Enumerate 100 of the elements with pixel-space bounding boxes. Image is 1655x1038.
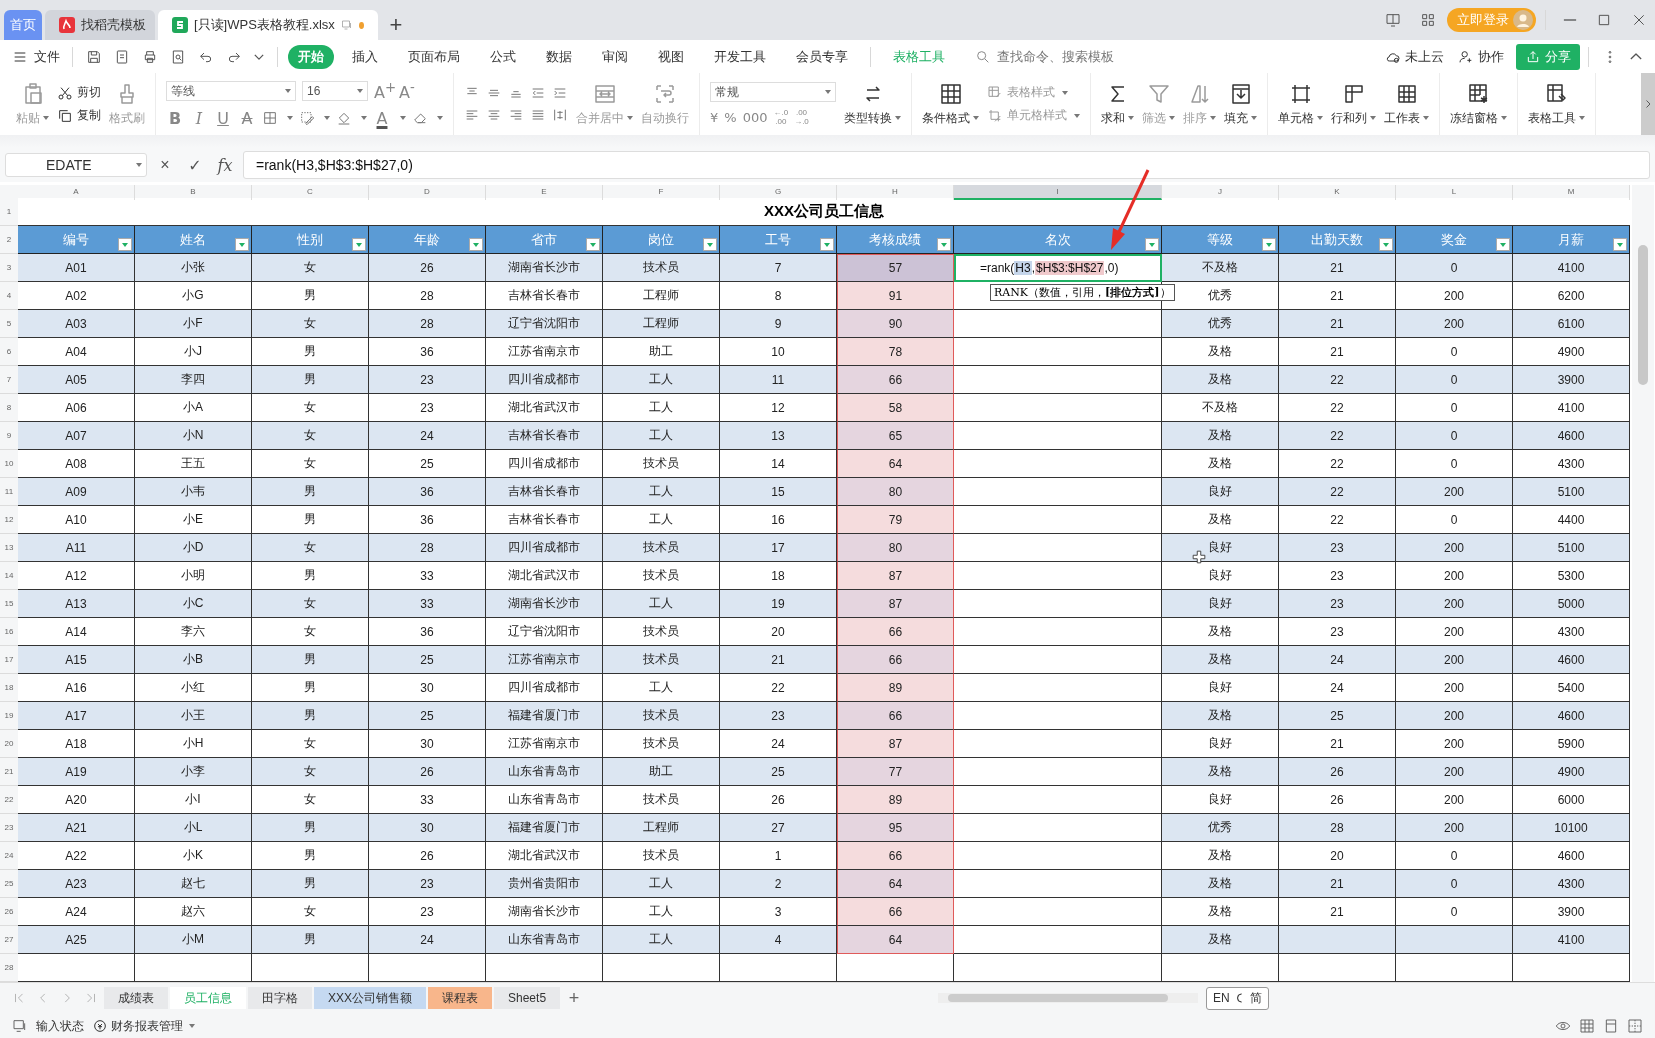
document-tab[interactable]: 找稻壳模板: [45, 10, 155, 40]
filter-dropdown-button[interactable]: [703, 238, 717, 251]
ribbon-tab[interactable]: 页面布局: [396, 44, 472, 69]
column-title: 出勤天数: [1311, 230, 1363, 249]
search-field[interactable]: 查找命令、搜索模板: [975, 48, 1139, 65]
table-cell: A11: [18, 534, 135, 562]
ribbon-tab[interactable]: 视图: [646, 44, 696, 69]
column-letter[interactable]: K: [1279, 185, 1396, 200]
filter-dropdown-button[interactable]: [937, 238, 951, 251]
name-box[interactable]: EDATE: [5, 153, 147, 177]
table-cell: 66: [837, 898, 954, 926]
sheet-tab[interactable]: 成绩表: [104, 987, 168, 1009]
ribbon-button[interactable]: 类型转换: [844, 81, 901, 127]
ribbon-tab[interactable]: 插入: [340, 44, 390, 69]
ribbon-tab[interactable]: 公式: [478, 44, 528, 69]
table-cell: 25: [369, 702, 486, 730]
table-cell: 4: [720, 926, 837, 954]
ribbon-button[interactable]: 剪切: [57, 84, 101, 101]
filter-dropdown-button[interactable]: [235, 238, 249, 251]
document-tab[interactable]: [只读]WPS表格教程.xlsx: [158, 10, 378, 40]
sheet-tab[interactable]: Sheet5: [494, 987, 561, 1009]
ribbon-tab[interactable]: 会员专享: [784, 44, 860, 69]
column-letter[interactable]: L: [1396, 185, 1513, 200]
ribbon-button[interactable]: 复制: [57, 107, 101, 124]
ribbon-button[interactable]: 冻结窗格: [1450, 81, 1507, 127]
ribbon-button[interactable]: 单元格: [1278, 81, 1323, 127]
ribbon-button[interactable]: 行和列: [1331, 81, 1376, 127]
formula-input[interactable]: =rank(H3,$H$3:$H$27,0): [243, 151, 1650, 179]
filter-dropdown-button[interactable]: [820, 238, 834, 251]
number-format-button[interactable]: ¥: [710, 109, 719, 125]
formula-button[interactable]: ✓: [183, 155, 207, 175]
ribbon-tab[interactable]: 审阅: [590, 44, 640, 69]
ribbon-button[interactable]: 表格工具: [1528, 81, 1585, 127]
column-letter[interactable]: G: [720, 185, 837, 200]
formula-button[interactable]: fx: [213, 155, 237, 175]
filter-dropdown-button[interactable]: [586, 238, 600, 251]
table-cell: 女: [252, 758, 369, 786]
column-title: 年龄: [414, 230, 440, 249]
ribbon-button[interactable]: 条件格式: [922, 81, 979, 127]
page-break-view-icon: [1627, 1018, 1643, 1034]
new-tab-button[interactable]: +: [381, 10, 411, 40]
filter-dropdown-button[interactable]: [1145, 238, 1159, 251]
horizontal-scrollbar[interactable]: [938, 993, 1199, 1003]
column-letter[interactable]: J: [1162, 185, 1279, 200]
filter-dropdown-button[interactable]: [352, 238, 366, 251]
ribbon-button[interactable]: 求和: [1101, 81, 1134, 127]
table-cell: 2: [720, 870, 837, 898]
vertical-scrollbar[interactable]: [1632, 185, 1654, 982]
export-icon: [114, 48, 130, 65]
cloud-button[interactable]: 未上云: [1385, 47, 1444, 66]
filter-dropdown-button[interactable]: [1613, 238, 1627, 251]
decimal-button[interactable]: ←.0 .00: [773, 108, 789, 126]
report-button[interactable]: 财务报表管理: [92, 1017, 195, 1035]
filter-dropdown-button[interactable]: [1379, 238, 1393, 251]
column-letter[interactable]: D: [369, 185, 486, 200]
decimal-button[interactable]: .00 →.0: [794, 108, 809, 126]
font-color-button[interactable]: A: [373, 108, 391, 128]
table-cell: 30: [369, 814, 486, 842]
ribbon-button[interactable]: 工作表: [1384, 81, 1429, 127]
filter-dropdown-button[interactable]: [1496, 238, 1510, 251]
table-cell: 5000: [1513, 590, 1630, 618]
font-style-button[interactable]: B: [166, 108, 184, 128]
formula-button[interactable]: ×: [153, 156, 177, 174]
table-cell: 24: [369, 926, 486, 954]
font-style-button[interactable]: I: [190, 108, 208, 128]
filter-dropdown-button[interactable]: [1262, 238, 1276, 251]
table-cell: 21: [1279, 870, 1396, 898]
sheet-tab[interactable]: XXX公司销售额: [314, 987, 426, 1009]
ribbon-tab[interactable]: 数据: [534, 44, 584, 69]
row-number: 1: [0, 198, 18, 226]
table-cell: 吉林省长春市: [486, 422, 603, 450]
ribbon-tab[interactable]: 开发工具: [702, 44, 778, 69]
sheet-tab[interactable]: 课程表: [428, 987, 492, 1009]
sheet-tab[interactable]: 田字格: [248, 987, 312, 1009]
column-letter[interactable]: I: [954, 185, 1162, 200]
column-title: 省市: [531, 230, 557, 249]
number-format-field[interactable]: 常规: [710, 82, 836, 102]
column-letter[interactable]: M: [1513, 185, 1630, 200]
number-format-button[interactable]: 000: [742, 109, 768, 125]
column-letter[interactable]: B: [135, 185, 252, 200]
number-format-button[interactable]: %: [724, 109, 737, 125]
filter-dropdown-button[interactable]: [118, 238, 132, 251]
table-cell: 66: [837, 366, 954, 394]
row-number: 18: [0, 674, 18, 702]
font-style-button[interactable]: U: [214, 108, 232, 128]
font-size-field[interactable]: 16: [302, 81, 368, 102]
font-style-button[interactable]: A: [238, 108, 256, 128]
table-cell: 4600: [1513, 422, 1630, 450]
column-letter[interactable]: C: [252, 185, 369, 200]
add-sheet-button[interactable]: +: [562, 987, 587, 1009]
collaborate-button[interactable]: 协作: [1458, 47, 1504, 66]
file-menu[interactable]: 文件: [8, 47, 64, 66]
table-cell: 23: [369, 366, 486, 394]
filter-dropdown-button[interactable]: [469, 238, 483, 251]
column-letter[interactable]: E: [486, 185, 603, 200]
ribbon-button[interactable]: 填充: [1224, 81, 1257, 127]
table-cell: 4300: [1513, 870, 1630, 898]
font-size-button[interactable]: A$^{-}$: [398, 80, 416, 103]
column-letter[interactable]: F: [603, 185, 720, 200]
font-name-field[interactable]: 等线: [166, 81, 296, 102]
